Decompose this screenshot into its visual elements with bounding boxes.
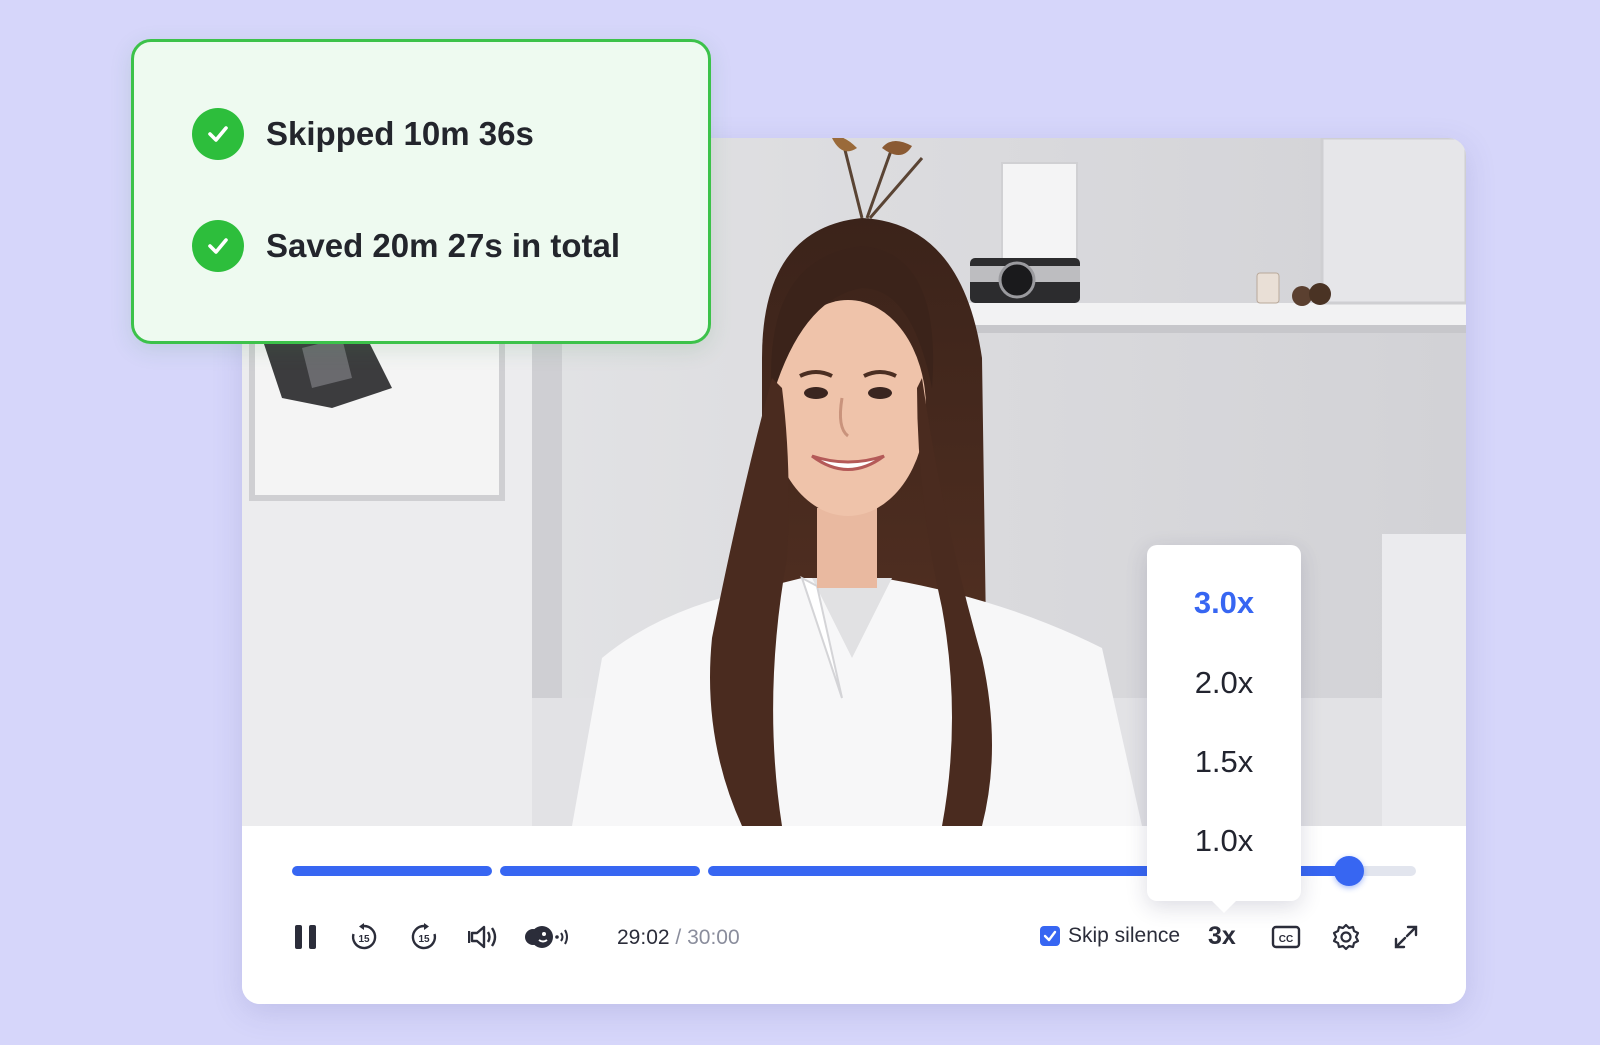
- skipped-time-text: Skipped 10m 36s: [266, 115, 534, 152]
- fullscreen-icon: [1392, 923, 1420, 951]
- forward-15-icon: 15: [409, 922, 439, 952]
- forward-15-button[interactable]: 15: [404, 917, 444, 957]
- notification-item: Skipped 10m 36s: [192, 108, 534, 160]
- skip-silence-checkbox[interactable]: [1040, 926, 1060, 946]
- check-circle-icon: [192, 220, 244, 272]
- notification-item: Saved 20m 27s in total: [192, 220, 620, 272]
- volume-icon: [468, 923, 500, 951]
- skip-silence-label: Skip silence: [1068, 924, 1181, 947]
- speed-option-1x[interactable]: 1.0x: [1147, 811, 1301, 871]
- playback-speed-button[interactable]: 3x: [1208, 922, 1236, 951]
- gear-icon: [1331, 922, 1361, 952]
- time-display: 29:02 / 30:00: [617, 926, 740, 950]
- checkmark-icon: [1043, 930, 1057, 942]
- pause-button[interactable]: [286, 917, 326, 957]
- speed-option-3x[interactable]: 3.0x: [1147, 573, 1301, 633]
- progress-segment: [292, 866, 492, 876]
- captions-icon: CC: [1271, 924, 1301, 950]
- speed-option-1-5x[interactable]: 1.5x: [1147, 732, 1301, 792]
- fullscreen-button[interactable]: [1388, 917, 1424, 957]
- rewind-15-icon: 15: [349, 922, 379, 952]
- captions-button[interactable]: CC: [1268, 917, 1304, 957]
- progress-thumb[interactable]: [1334, 856, 1364, 886]
- saved-total-text: Saved 20m 27s in total: [266, 227, 620, 264]
- skip-silence-toggle[interactable]: Skip silence: [1040, 924, 1180, 948]
- volume-button[interactable]: [462, 917, 506, 957]
- voice-enhance-icon: [522, 923, 574, 951]
- time-separator: /: [675, 926, 682, 949]
- svg-text:15: 15: [418, 934, 430, 945]
- playback-speed-menu: 3.0x 2.0x 1.5x 1.0x: [1147, 545, 1301, 913]
- total-duration: 30:00: [687, 926, 740, 949]
- rewind-15-button[interactable]: 15: [344, 917, 384, 957]
- settings-button[interactable]: [1328, 917, 1364, 957]
- pause-icon: [293, 923, 319, 951]
- voice-enhance-button[interactable]: [520, 917, 576, 957]
- progress-segment: [500, 866, 700, 876]
- check-circle-icon: [192, 108, 244, 160]
- svg-text:CC: CC: [1279, 934, 1293, 945]
- speed-option-2x[interactable]: 2.0x: [1147, 653, 1301, 713]
- current-time: 29:02: [617, 926, 670, 949]
- svg-text:15: 15: [358, 934, 370, 945]
- savings-notification: Skipped 10m 36s Saved 20m 27s in total: [131, 39, 711, 344]
